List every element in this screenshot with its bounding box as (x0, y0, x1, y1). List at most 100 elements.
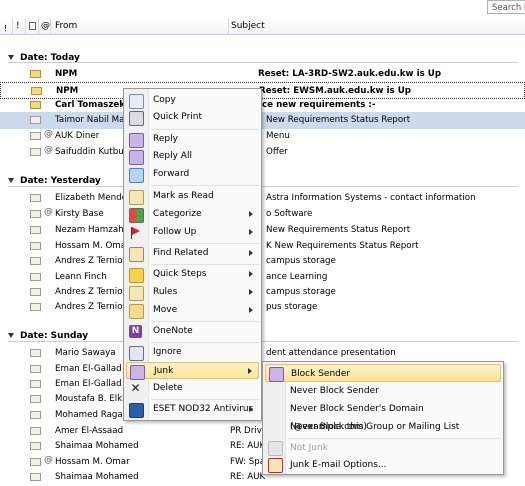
menu-item-onenote[interactable]: N OneNote (126, 323, 259, 340)
menu-item-rules[interactable]: Rules (126, 284, 259, 301)
menu-item-categorize[interactable]: Categorize (126, 206, 259, 223)
eset-icon (129, 403, 144, 418)
column-importance[interactable]: ! (0, 18, 13, 34)
menu-separator (151, 399, 259, 400)
submenu-item-label: Never Block Sender (290, 386, 379, 396)
envelope-open-icon (30, 116, 41, 124)
envelope-open-icon (30, 427, 41, 435)
menu-item-label: Copy (153, 95, 176, 105)
column-subject[interactable]: Subject (229, 18, 525, 34)
row-subject: RE: AUK (230, 472, 266, 482)
column-attachment[interactable]: @ (39, 18, 51, 34)
column-from[interactable]: From (51, 18, 229, 34)
column-reminder[interactable]: ! (13, 18, 26, 34)
submenu-item-junk-options[interactable]: Junk E-mail Options... (265, 456, 501, 474)
submenu-item-label: Never Block this Group or Mailing List (290, 422, 460, 432)
row-from: Nezam Hamzah (55, 225, 124, 235)
envelope-icon (30, 101, 41, 109)
row-from: Shaimaa Mohamed (55, 441, 139, 451)
junk-submenu: Block Sender Never Block Sender Never Bl… (262, 361, 504, 475)
row-from: Kirsty Base (55, 209, 104, 219)
menu-item-move[interactable]: Move (126, 302, 259, 319)
menu-separator (151, 342, 259, 343)
paperclip-icon: @ (44, 455, 53, 465)
categorize-icon (129, 208, 144, 223)
envelope-open-icon (30, 257, 41, 265)
exclamation-icon: ! (16, 21, 20, 31)
menu-item-mark-as-read[interactable]: Mark as Read (126, 188, 259, 205)
menu-item-ignore[interactable]: Ignore (126, 344, 259, 361)
table-row-selected[interactable]: Taimor Nabil Ma New Requirements Status … (0, 112, 525, 129)
ignore-icon (129, 346, 144, 361)
collapse-triangle-icon (8, 333, 14, 338)
row-subject: campus storage (266, 256, 336, 266)
menu-item-label: Mark as Read (153, 191, 214, 201)
table-row[interactable]: @ Kirsty Base o Software (0, 206, 525, 223)
menu-item-eset-nod32[interactable]: ESET NOD32 Antivirus (126, 401, 259, 418)
submenu-arrow-icon (249, 289, 253, 295)
paperclip-icon: @ (41, 21, 50, 31)
copy-icon (129, 94, 144, 109)
submenu-item-never-block-group[interactable]: Never Block this Group or Mailing List (265, 418, 501, 436)
envelope-open-icon (30, 411, 41, 419)
envelope-open-icon (30, 288, 41, 296)
submenu-arrow-icon (249, 271, 253, 277)
table-row[interactable]: @ Saifuddin Kutbu Offer (0, 144, 525, 161)
table-row[interactable]: Nezam Hamzah New Requirements Status Rep… (0, 222, 525, 239)
context-menu: Copy Quick Print Reply Reply All Forward… (123, 88, 262, 421)
menu-item-find-related[interactable]: Find Related (126, 245, 259, 262)
row-subject: Astra Information Systems - contact info… (266, 193, 476, 203)
row-subject: New Requirements Status Report (266, 115, 411, 125)
submenu-item-block-sender[interactable]: Block Sender (265, 364, 501, 382)
table-row[interactable]: Elizabeth Mende Astra Information System… (0, 190, 525, 207)
column-icon[interactable] (26, 18, 39, 34)
menu-item-reply[interactable]: Reply (126, 131, 259, 148)
divider (8, 341, 518, 342)
search-input[interactable]: Search I (487, 0, 525, 14)
menu-item-label: ESET NOD32 Antivirus (153, 404, 254, 414)
move-icon (129, 304, 144, 319)
row-from: Mohamed Ragab (55, 410, 129, 420)
row-from: Shaimaa Mohamed (55, 472, 139, 482)
column-from-label: From (55, 21, 78, 31)
menu-item-junk[interactable]: Junk (126, 362, 259, 380)
menu-item-quick-print[interactable]: Quick Print (126, 109, 259, 126)
menu-item-quick-steps[interactable]: Quick Steps (126, 266, 259, 283)
table-row[interactable]: @ AUK Diner Menu (0, 128, 525, 145)
submenu-item-never-block-domain[interactable]: Never Block Sender's Domain (@example.co… (265, 400, 501, 432)
table-row[interactable]: NPM Reset: LA-3RD-SW2.auk.edu.kw is Up (0, 66, 525, 83)
column-subject-label: Subject (231, 21, 265, 31)
menu-item-delete[interactable]: ✕ Delete (126, 380, 259, 397)
menu-item-label: Categorize (153, 209, 202, 219)
menu-item-reply-all[interactable]: Reply All (126, 148, 259, 165)
table-row[interactable]: Mario Sawaya dent attendance presentatio… (0, 345, 525, 362)
paperclip-icon: @ (44, 129, 53, 139)
rules-icon (129, 286, 144, 301)
envelope-icon (31, 87, 42, 95)
menu-item-label: Move (153, 305, 178, 315)
envelope-open-icon (30, 349, 41, 357)
row-from: Taimor Nabil Ma (55, 115, 125, 125)
row-from: Mario Sawaya (55, 348, 116, 358)
menu-item-follow-up[interactable]: Follow Up (126, 224, 259, 241)
row-subject: dent attendance presentation (266, 348, 396, 358)
forward-icon (129, 168, 144, 183)
menu-item-label: OneNote (153, 326, 193, 336)
submenu-item-label: Junk E-mail Options... (290, 460, 387, 470)
flag-icon (129, 226, 142, 239)
row-from: Saifuddin Kutbu (55, 147, 124, 157)
table-row[interactable]: Andres Z Ternio campus storage (0, 253, 525, 270)
document-icon (29, 22, 36, 30)
submenu-item-never-block-sender[interactable]: Never Block Sender (265, 382, 501, 400)
onenote-icon: N (129, 325, 142, 338)
menu-item-copy[interactable]: Copy (126, 92, 259, 109)
envelope-open-icon (30, 194, 41, 202)
row-from: NPM (55, 69, 78, 79)
table-row[interactable]: Andres Z Ternio pus storage (0, 299, 525, 316)
row-from: Moustafa B. Elkh (55, 394, 128, 404)
row-from: Andres Z Ternio (55, 302, 123, 312)
menu-item-label: Forward (153, 169, 190, 179)
collapse-triangle-icon (8, 178, 14, 183)
reply-icon (129, 133, 144, 148)
menu-item-forward[interactable]: Forward (126, 166, 259, 183)
